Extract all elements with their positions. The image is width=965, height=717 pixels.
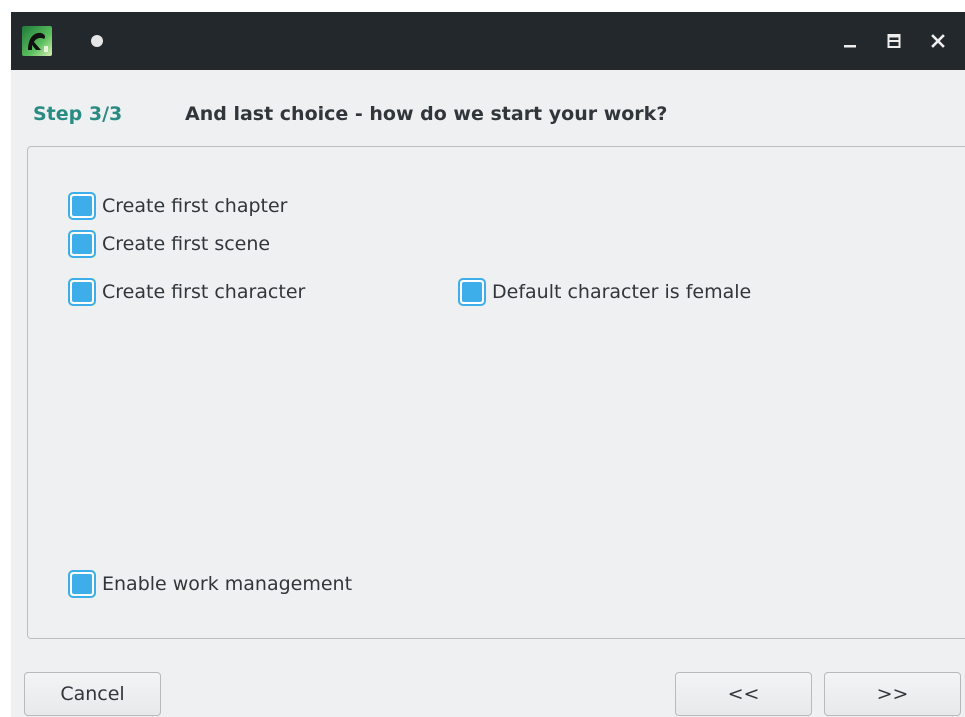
checkbox-checked-mark — [72, 574, 92, 594]
create-first-scene-checkbox[interactable]: Create first scene — [68, 228, 270, 260]
default-character-female-checkbox[interactable]: Default character is female — [458, 276, 751, 308]
checkbox-label: Default character is female — [492, 281, 752, 303]
checkbox-checked-mark — [72, 282, 92, 302]
checkbox-checked-mark — [72, 196, 92, 216]
back-button[interactable]: << — [675, 672, 812, 716]
minimize-icon — [844, 45, 856, 48]
checkbox-box[interactable] — [458, 278, 486, 306]
checkbox-box[interactable] — [68, 570, 96, 598]
cancel-button[interactable]: Cancel — [24, 672, 161, 716]
checkbox-checked-mark — [462, 282, 482, 302]
maximize-icon — [887, 34, 901, 48]
enable-work-management-checkbox[interactable]: Enable work management — [68, 568, 352, 600]
close-button[interactable] — [921, 24, 955, 58]
checkbox-checked-mark — [72, 234, 92, 254]
app-logo-icon[interactable] — [22, 26, 52, 56]
create-first-chapter-checkbox[interactable]: Create first chapter — [68, 190, 287, 222]
create-first-character-checkbox[interactable]: Create first character — [68, 276, 305, 308]
page-title: And last choice - how do we start your w… — [185, 103, 668, 125]
checkbox-label: Create first scene — [102, 233, 271, 255]
step-indicator: Step 3/3 — [33, 103, 123, 125]
checkbox-box[interactable] — [68, 192, 96, 220]
options-panel: Create first chapter Create first scene … — [27, 146, 965, 639]
close-icon — [931, 34, 945, 48]
title-bar[interactable] — [11, 12, 965, 70]
checkbox-label: Enable work management — [102, 573, 353, 595]
checkbox-box[interactable] — [68, 278, 96, 306]
maximize-button[interactable] — [877, 24, 911, 58]
checkbox-box[interactable] — [68, 230, 96, 258]
wizard-window: Step 3/3 And last choice - how do we sta… — [11, 12, 965, 717]
modified-dot-icon — [91, 35, 103, 47]
checkbox-label: Create first chapter — [102, 195, 288, 217]
checkbox-label: Create first character — [102, 281, 306, 303]
minimize-button[interactable] — [833, 24, 867, 58]
wizard-header: Step 3/3 And last choice - how do we sta… — [11, 70, 965, 148]
next-button[interactable]: >> — [824, 672, 961, 716]
